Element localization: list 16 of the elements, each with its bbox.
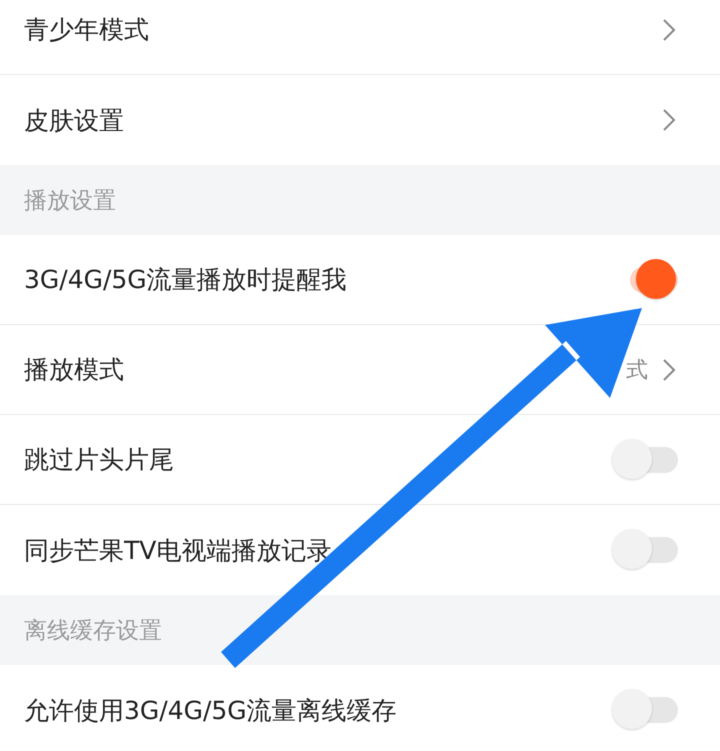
row-value: 式 [626,356,648,384]
chevron-icon [662,18,676,42]
row-label: 跳过片头片尾 [24,444,175,476]
row-label: 允许使用3G/4G/5G流量离线缓存 [24,694,398,726]
row-label: 同步芒果TV电视端播放记录 [24,534,332,566]
section-title: 离线缓存设置 [24,616,162,646]
toggle-switch[interactable] [610,438,680,482]
row-label: 皮肤设置 [24,104,125,136]
row-label: 青少年模式 [24,14,150,46]
section-title: 播放设置 [24,186,116,216]
chevron-icon [662,108,676,132]
toggle-switch[interactable] [610,528,680,572]
toggle-switch[interactable] [610,688,680,732]
row-label: 3G/4G/5G流量播放时提醒我 [24,264,348,296]
row-label: 播放模式 [24,354,125,386]
chevron-icon [662,358,676,382]
